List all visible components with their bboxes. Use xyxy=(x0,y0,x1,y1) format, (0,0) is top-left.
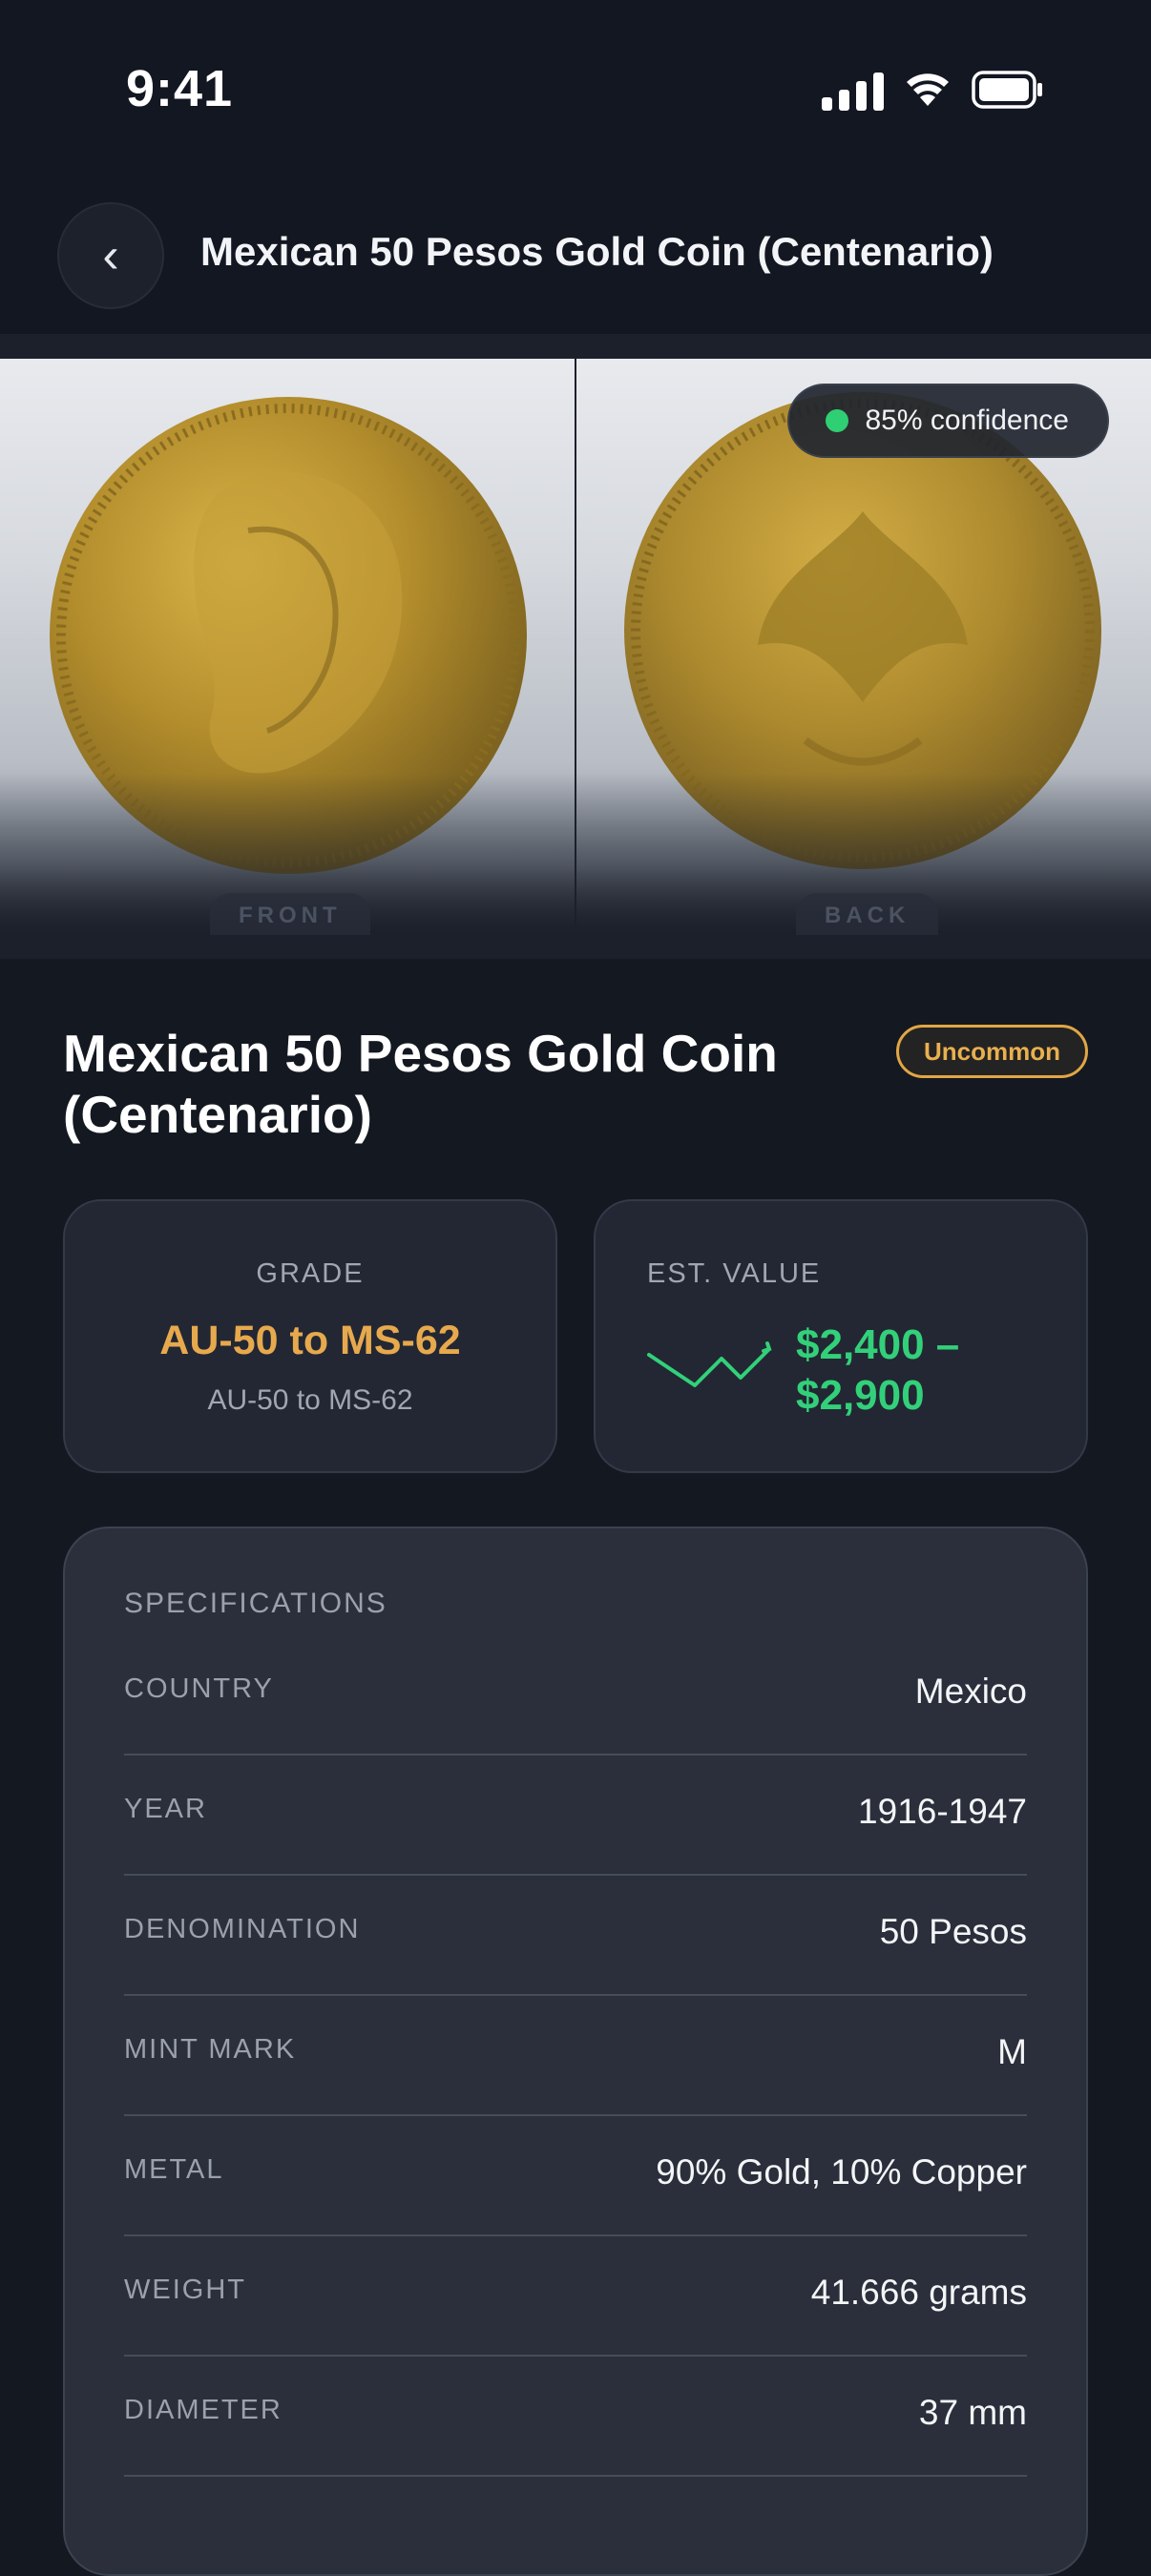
cellular-signal-icon xyxy=(822,69,884,111)
spec-label: DIAMETER xyxy=(124,2395,283,2425)
grade-value: AU-50 to MS-62 xyxy=(159,1318,461,1363)
battery-icon xyxy=(972,71,1042,109)
spec-value: 41.666 grams xyxy=(810,2273,1027,2312)
coin-photo-strip: FRONT BACK 85% confidence xyxy=(0,334,1151,959)
spec-value: 90% Gold, 10% Copper xyxy=(656,2152,1027,2192)
spec-row-country: COUNTRY Mexico xyxy=(124,1635,1027,1755)
spec-label: DENOMINATION xyxy=(124,1914,361,1944)
grade-caption: GRADE xyxy=(256,1258,365,1289)
confidence-text: 85% confidence xyxy=(865,405,1070,436)
spec-label: MINT MARK xyxy=(124,2034,297,2065)
back-button[interactable]: ‹ xyxy=(57,202,164,309)
value-card: EST. VALUE $2,400 – $2,900 xyxy=(594,1199,1088,1473)
spec-row-year: YEAR 1916-1947 xyxy=(124,1755,1027,1876)
specifications-card: SPECIFICATIONS COUNTRY Mexico YEAR 1916-… xyxy=(63,1527,1088,2576)
front-photo[interactable]: FRONT xyxy=(0,359,575,935)
grade-card: GRADE AU-50 to MS-62 AU-50 to MS-62 xyxy=(63,1199,557,1473)
rarity-badge: Uncommon xyxy=(896,1025,1088,1078)
spec-value: M xyxy=(997,2032,1027,2071)
spec-value: 1916-1947 xyxy=(858,1792,1027,1831)
status-bar: 9:41 xyxy=(0,0,1151,181)
value-caption: EST. VALUE xyxy=(647,1258,822,1289)
spec-value: 50 Pesos xyxy=(879,1912,1027,1951)
navigation-bar: ‹ Mexican 50 Pesos Gold Coin (Centenario… xyxy=(0,181,1151,334)
spec-row-denomination: DENOMINATION 50 Pesos xyxy=(124,1876,1027,1996)
spec-value: 37 mm xyxy=(918,2393,1027,2432)
wifi-icon xyxy=(907,73,949,106)
spec-label: COUNTRY xyxy=(124,1673,274,1704)
trend-line-icon xyxy=(647,1341,772,1387)
spec-value: Mexico xyxy=(914,1672,1027,1711)
coin-title: Mexican 50 Pesos Gold Coin (Centenario) xyxy=(63,1024,778,1144)
back-label: BACK xyxy=(796,893,939,935)
spec-label: YEAR xyxy=(124,1794,207,1824)
chevron-left-icon: ‹ xyxy=(102,228,119,283)
specifications-title: SPECIFICATIONS xyxy=(124,1588,387,1619)
spec-row-metal: METAL 90% Gold, 10% Copper xyxy=(124,2116,1027,2236)
front-label: FRONT xyxy=(210,893,370,935)
grade-subtext: AU-50 to MS-62 xyxy=(207,1384,413,1416)
spec-row-diameter: DIAMETER 37 mm xyxy=(124,2357,1027,2477)
spec-row-mint-mark: MINT MARK M xyxy=(124,1996,1027,2116)
confidence-dot-icon xyxy=(825,409,848,432)
status-time: 9:41 xyxy=(126,60,234,117)
back-photo[interactable]: BACK 85% confidence xyxy=(576,359,1151,935)
confidence-badge: 85% confidence xyxy=(786,384,1109,458)
status-icons xyxy=(822,69,1044,111)
estimated-value: $2,400 – $2,900 xyxy=(796,1321,960,1419)
spec-row-weight: WEIGHT 41.666 grams xyxy=(124,2236,1027,2357)
spec-label: WEIGHT xyxy=(124,2275,246,2305)
page-title: Mexican 50 Pesos Gold Coin (Centenario) xyxy=(200,229,994,274)
spec-label: METAL xyxy=(124,2154,224,2185)
